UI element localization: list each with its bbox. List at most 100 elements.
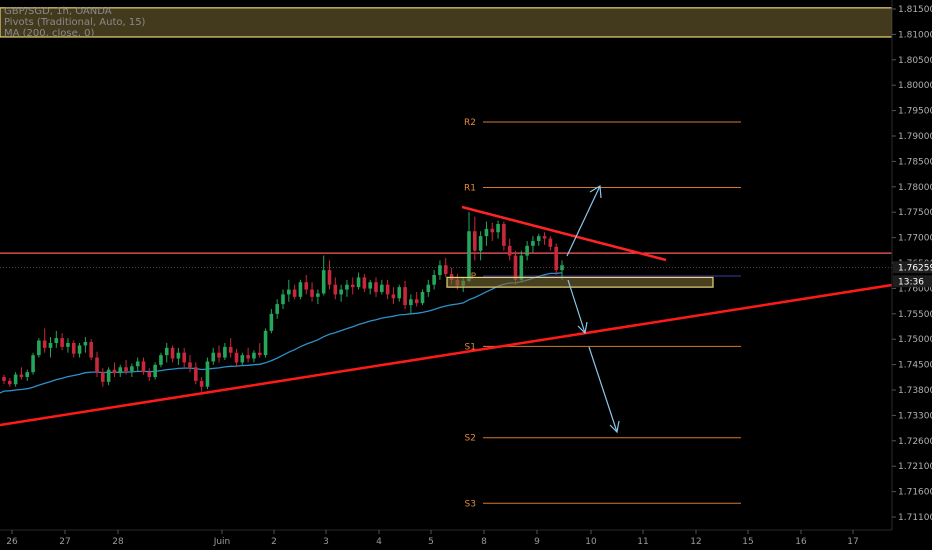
demand-zone[interactable] bbox=[446, 276, 714, 288]
candle-body bbox=[554, 246, 558, 271]
candle-body bbox=[531, 240, 535, 246]
price-tick-label: 1.71600 bbox=[898, 488, 932, 498]
candle-body bbox=[287, 289, 291, 295]
time-tick-label: 17 bbox=[847, 537, 858, 547]
candle-body bbox=[77, 345, 82, 354]
last-price-badge: 1.76259 bbox=[893, 261, 932, 274]
time-tick-label: 16 bbox=[795, 537, 807, 547]
price-tick-label: 1.78000 bbox=[898, 183, 932, 193]
candle-body bbox=[194, 367, 198, 381]
pivot-label-s3: S3 bbox=[465, 499, 476, 509]
candle-body bbox=[507, 245, 512, 256]
candle-body bbox=[432, 274, 436, 285]
candle-body bbox=[414, 299, 419, 304]
candle-body bbox=[310, 289, 314, 297]
candle-body bbox=[19, 374, 24, 377]
price-tick-label: 1.77000 bbox=[898, 234, 932, 244]
price-tick-label: 1.73800 bbox=[898, 386, 932, 396]
candle bbox=[37, 338, 41, 358]
candle-body bbox=[159, 355, 163, 365]
candle-body bbox=[333, 284, 338, 295]
candle-body bbox=[484, 228, 489, 237]
candle-body bbox=[362, 277, 367, 289]
candle-body bbox=[246, 355, 250, 359]
candle-body bbox=[275, 304, 279, 314]
candle-body bbox=[380, 284, 384, 292]
time-tick-label: 15 bbox=[742, 537, 753, 547]
candle-body bbox=[374, 282, 378, 292]
candle-body bbox=[211, 352, 216, 362]
time-tick-label: Juin bbox=[213, 537, 231, 547]
legend-symbol[interactable]: GBP/SGD, 1h, OANDA bbox=[4, 6, 145, 17]
candle-body bbox=[542, 236, 547, 239]
candle-body bbox=[89, 342, 93, 358]
candle-body bbox=[502, 223, 506, 246]
time-tick-label: 4 bbox=[376, 537, 382, 547]
price-chart[interactable]: R2R1PS1S2S3 1.815001.810001.805001.80000… bbox=[0, 0, 932, 550]
candle-body bbox=[147, 372, 152, 377]
time-tick-label: 11 bbox=[637, 537, 648, 547]
candle-body bbox=[391, 294, 396, 299]
candle-body bbox=[205, 361, 210, 387]
time-tick-label: 5 bbox=[428, 537, 434, 547]
price-tick-label: 1.72600 bbox=[898, 437, 932, 447]
candle-body bbox=[2, 376, 6, 381]
candle-body bbox=[234, 352, 239, 363]
candle-body bbox=[257, 352, 262, 356]
candle-body bbox=[536, 236, 541, 241]
legend-ma[interactable]: MA (200, close, 0) bbox=[4, 28, 145, 39]
candle-body bbox=[356, 277, 361, 288]
time-tick-label: 28 bbox=[112, 537, 124, 547]
candle-body bbox=[48, 342, 53, 348]
candle-body bbox=[490, 228, 495, 233]
candle bbox=[263, 328, 268, 358]
candle-body bbox=[560, 265, 564, 271]
candle-body bbox=[345, 284, 349, 290]
candle-body bbox=[443, 265, 448, 275]
candle-body bbox=[304, 282, 309, 290]
time-tick-label: 12 bbox=[690, 537, 701, 547]
candle-body bbox=[112, 369, 117, 374]
candle-body bbox=[426, 284, 431, 292]
candle-body bbox=[467, 231, 471, 281]
candle-body bbox=[513, 255, 518, 280]
candle-body bbox=[321, 270, 326, 294]
legend-pivots[interactable]: Pivots (Traditional, Auto, 15) bbox=[4, 17, 145, 28]
candle-body bbox=[438, 265, 442, 275]
candle-body bbox=[525, 245, 529, 256]
candle-body bbox=[164, 347, 169, 356]
candle-body bbox=[13, 374, 18, 385]
price-tick-label: 1.81000 bbox=[898, 30, 932, 40]
price-tick-label: 1.80500 bbox=[898, 56, 932, 66]
candle-body bbox=[83, 342, 88, 346]
candle-body bbox=[368, 282, 372, 289]
candle-body bbox=[385, 284, 390, 295]
price-tick-label: 1.75000 bbox=[898, 335, 932, 345]
time-axis[interactable] bbox=[0, 530, 932, 550]
time-tick-label: 9 bbox=[534, 537, 540, 547]
candle-body bbox=[130, 366, 134, 372]
candle-body bbox=[548, 238, 553, 247]
candle-body bbox=[240, 355, 245, 363]
candle-body bbox=[188, 362, 192, 368]
candle-body bbox=[199, 380, 204, 387]
price-tick-label: 1.79000 bbox=[898, 132, 932, 142]
candle-body bbox=[31, 355, 35, 373]
chart-background bbox=[0, 0, 932, 550]
candle-body bbox=[60, 338, 64, 347]
candle-body bbox=[71, 342, 76, 354]
candle-body bbox=[141, 361, 146, 373]
candle-body bbox=[298, 282, 303, 297]
candle-body bbox=[496, 223, 500, 233]
candle-body bbox=[409, 299, 413, 306]
price-tick-label: 1.72100 bbox=[898, 462, 932, 472]
candle-body bbox=[478, 236, 483, 251]
candle-body bbox=[281, 294, 285, 305]
time-tick-label: 26 bbox=[6, 537, 18, 547]
pivot-label-r1: R1 bbox=[464, 184, 476, 194]
candle-body bbox=[292, 289, 297, 297]
candle bbox=[31, 352, 35, 375]
chart-legend: GBP/SGD, 1h, OANDA Pivots (Traditional, … bbox=[4, 6, 145, 39]
candle bbox=[89, 339, 93, 360]
time-tick-label: 8 bbox=[481, 537, 487, 547]
